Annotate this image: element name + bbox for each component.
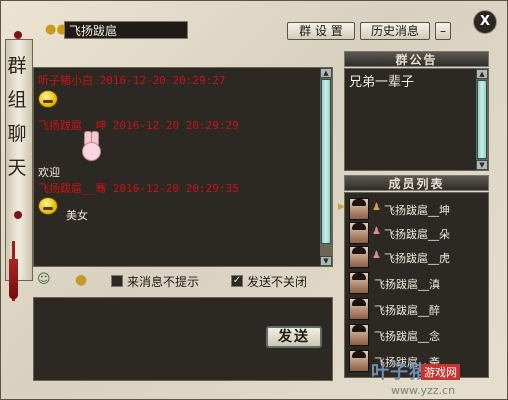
notice-text: 兄弟一辈子 [349, 75, 415, 90]
watermark-url: www.yzz.cn [391, 384, 456, 397]
member-name: 飞扬跋扈__虎 [384, 252, 450, 265]
member-name: 飞扬跋扈__滇 [374, 278, 440, 291]
avatar [349, 298, 369, 320]
notice-header: 群公告 [344, 51, 489, 67]
close-icon: X [479, 14, 491, 29]
person-icon: ♟ [372, 250, 381, 261]
chat-scrollbar[interactable]: ▲ ▼ [320, 68, 332, 266]
title-char: 天 [7, 157, 27, 179]
member-list: ♟ 飞扬跋扈__坤 ♟ 飞扬跋扈__朵 ♟ 飞扬跋扈__虎 飞扬跋扈__滇 飞扬… [344, 192, 489, 378]
bunny-head [82, 142, 101, 161]
scroll-down-arrow[interactable]: ▼ [320, 256, 332, 266]
keep-open-label: 发送不关闭 [247, 275, 308, 289]
emoticon-icon[interactable]: ☺ [37, 272, 51, 287]
watermark-badge: 游戏网 [421, 364, 460, 380]
group-name-field: 飞扬跋扈 [64, 21, 188, 39]
minimize-button[interactable]: – [435, 22, 451, 40]
notice-panel: 兄弟一辈子 ▲ ▼ [344, 68, 489, 171]
message-text: 欢迎 [38, 166, 60, 179]
title-char: 群 [7, 55, 27, 77]
watermark: 叶子猪 游戏网 www.yzz.cn [371, 356, 506, 399]
scroll-thumb[interactable] [477, 80, 487, 159]
no-prompt-label: 来消息不提示 [127, 275, 200, 289]
avatar [349, 222, 369, 244]
keep-open-checkbox[interactable]: ✓ [231, 275, 243, 287]
member-item[interactable]: 飞扬跋扈__滇 [347, 271, 475, 295]
history-button[interactable]: 历史消息 [360, 22, 430, 40]
voice-icon[interactable]: ● [75, 272, 87, 288]
chat-history-panel[interactable]: 听子猪小白 2016-12-20 20:29:27 飞扬跋扈__坤 2016-1… [33, 67, 333, 267]
title-scroll: 群 组 聊 天 [3, 29, 33, 299]
member-item[interactable]: ♟ 飞扬跋扈__朵 [347, 221, 475, 245]
member-item[interactable]: 飞扬跋扈__醉 [347, 297, 475, 321]
members-header: 成员列表 [344, 175, 489, 191]
group-settings-button[interactable]: 群 设 置 [287, 22, 355, 40]
member-name: 飞扬跋扈__醉 [374, 304, 440, 317]
scroll-up-arrow[interactable]: ▲ [320, 68, 332, 78]
close-button[interactable]: X [473, 10, 497, 34]
message-header: 飞扬跋扈__坤 2016-12-20 20:29:29 [38, 119, 239, 132]
smiley-emoji [38, 197, 58, 215]
message-text: 美女 [66, 209, 88, 222]
scroll-rod-bottom [14, 211, 22, 219]
title-char: 聊 [7, 123, 27, 145]
tassel [9, 259, 18, 299]
scroll-down-arrow[interactable]: ▼ [476, 160, 488, 170]
group-chat-window: 墨 韻 書 群 组 聊 天 ●● 飞扬跋扈 群 设 置 历史消息 – X 听子猪… [0, 0, 508, 400]
title-char: 组 [7, 89, 27, 111]
notice-scrollbar[interactable]: ▲ ▼ [476, 69, 488, 170]
send-button[interactable]: 发送 [266, 326, 322, 348]
scroll-rod-top [14, 31, 22, 39]
no-prompt-checkbox[interactable] [111, 275, 123, 287]
member-item[interactable]: 飞扬跋扈__念 [347, 323, 475, 347]
bunny-emoji [78, 131, 102, 161]
avatar [349, 246, 369, 268]
member-name: 飞扬跋扈__朵 [384, 228, 450, 241]
scroll-up-arrow[interactable]: ▲ [476, 69, 488, 79]
watermark-logo: 叶子猪 [371, 362, 428, 383]
message-header: 飞扬跋扈__骞 2016-12-20 20:29:35 [38, 182, 239, 195]
smiley-emoji [38, 90, 58, 108]
person-icon: ♟ [372, 226, 381, 237]
member-name: 飞扬跋扈__坤 [384, 204, 450, 217]
avatar [349, 198, 369, 220]
member-name: 飞扬跋扈__念 [374, 330, 440, 343]
member-item[interactable]: ♟ 飞扬跋扈__坤 [347, 197, 475, 221]
avatar [349, 350, 369, 372]
person-icon: ♟ [372, 202, 381, 213]
avatar [349, 272, 369, 294]
message-header: 听子猪小白 2016-12-20 20:29:27 [38, 74, 226, 87]
avatar [349, 324, 369, 346]
member-item[interactable]: ♟ 飞扬跋扈__虎 [347, 245, 475, 269]
scroll-thumb[interactable] [321, 79, 331, 244]
